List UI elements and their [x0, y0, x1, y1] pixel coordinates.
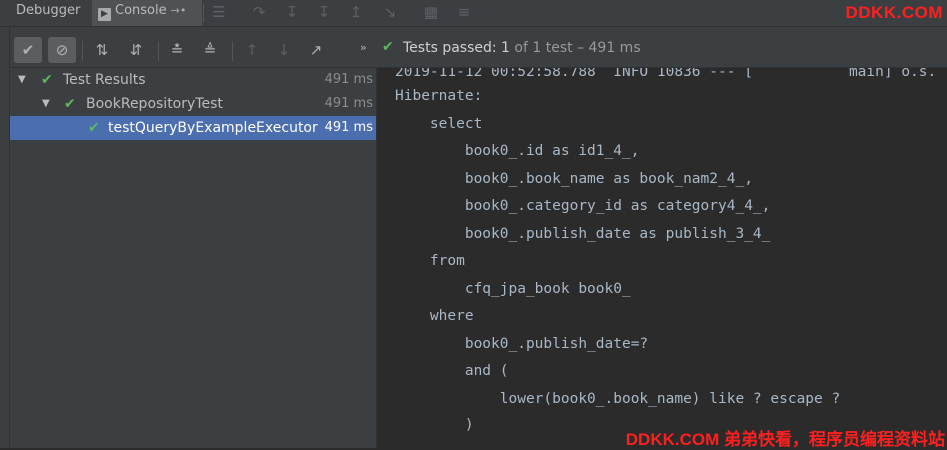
tree-item-label: Test Results	[63, 72, 146, 88]
tree-row-book-repository-test[interactable]: ▼ ✔ BookRepositoryTest 491 ms	[10, 92, 376, 116]
test-results-tree: ▼ ✔ Test Results 491 ms ▼ ✔ BookReposito…	[10, 68, 377, 448]
watermark-bottom: DDKK.COM 弟弟快看，程序员编程资料站	[625, 430, 945, 449]
show-passed-button[interactable]: ✔	[14, 37, 42, 63]
tab-console[interactable]: ▶ Console →•	[92, 0, 202, 26]
expand-all-button[interactable]: ≛	[163, 37, 191, 63]
previous-failed-button[interactable]: ↑	[238, 37, 266, 63]
toolbar-separator	[158, 41, 159, 61]
console-output[interactable]: 2019-11-12 00:52:58.788 INFO 10836 --- […	[377, 68, 947, 448]
tree-item-label: BookRepositoryTest	[86, 96, 223, 112]
trace-icon[interactable]: ≡	[455, 3, 473, 21]
console-line: and (	[395, 363, 509, 379]
tab-debugger[interactable]: Debugger	[0, 0, 90, 26]
toolbar-separator	[82, 41, 83, 61]
expand-arrow-icon[interactable]: ▼	[42, 92, 50, 116]
collapse-all-button[interactable]: ≜	[196, 37, 224, 63]
evaluate-expression-icon[interactable]: ▦	[422, 3, 440, 21]
tree-item-label: testQueryByExampleExecutor	[108, 120, 318, 136]
watermark-top: DDKK.COM	[845, 3, 943, 22]
passed-check-icon: ✔	[64, 96, 76, 112]
show-ignored-button[interactable]: ⊘	[48, 37, 76, 63]
console-line: )	[395, 417, 474, 433]
step-into-icon[interactable]: ↧	[283, 3, 301, 21]
console-line: select	[395, 116, 483, 132]
tab-separator	[203, 4, 204, 22]
passed-check-icon: ✔	[88, 120, 100, 136]
step-out-icon[interactable]: ↥	[347, 3, 365, 21]
tree-row-test-results[interactable]: ▼ ✔ Test Results 491 ms	[10, 68, 376, 92]
tree-item-time: 491 ms	[324, 72, 373, 87]
test-status: Tests passed: 1 of 1 test – 491 ms	[403, 40, 641, 56]
step-over-icon[interactable]: ↷	[250, 3, 268, 21]
run-to-cursor-icon[interactable]: ↘	[381, 3, 399, 21]
toolbar-separator	[232, 41, 233, 61]
more-chevron-icon[interactable]: »	[360, 41, 367, 54]
console-line: book0_.id as id1_4_,	[395, 143, 640, 159]
tree-item-time: 491 ms	[324, 96, 373, 111]
export-results-button[interactable]: ↗	[302, 37, 330, 63]
console-line: from	[395, 253, 465, 269]
tree-row-test-query-by-example-executor[interactable]: ✔ testQueryByExampleExecutor 491 ms	[10, 116, 376, 140]
passed-check-icon: ✔	[41, 72, 53, 88]
tool-window-tabbar: Debugger ▶ Console →• ☰ ↷ ↧ ↧ ↥ ↘ ▦ ≡ DDKK…	[0, 0, 947, 27]
console-line: book0_.publish_date=?	[395, 336, 649, 352]
expand-arrow-icon[interactable]: ▼	[18, 68, 26, 92]
test-runner-toolbar: ✔ ⊘ ⇅ ⇵ ≛ ≜ ↑ ↓ ↗ » ✔ Tests passed: 1 of…	[10, 27, 947, 68]
console-line: Hibernate:	[395, 88, 483, 104]
console-line: book0_.book_name as book_nam2_4_,	[395, 171, 753, 187]
console-line: book0_.category_id as category4_4_,	[395, 198, 771, 214]
pin-icon[interactable]: →•	[171, 4, 187, 17]
console-line: where	[395, 308, 474, 324]
console-line: lower(book0_.book_name) like ? escape ?	[395, 391, 841, 407]
menu-lines-icon[interactable]: ☰	[210, 3, 228, 21]
next-failed-button[interactable]: ↓	[270, 37, 298, 63]
console-line: book0_.publish_date as publish_3_4_	[395, 226, 771, 242]
sort-alphabetically-button[interactable]: ⇅	[88, 37, 116, 63]
console-icon: ▶	[98, 8, 111, 21]
tab-debugger-label: Debugger	[16, 3, 81, 18]
passed-check-icon: ✔	[382, 39, 394, 55]
tree-item-time: 491 ms	[324, 120, 373, 135]
sort-by-duration-button[interactable]: ⇵	[122, 37, 150, 63]
force-step-into-icon[interactable]: ↧	[315, 3, 333, 21]
tab-console-label: Console	[115, 3, 167, 18]
left-gutter	[0, 27, 10, 448]
console-line: cfq_jpa_book book0_	[395, 281, 631, 297]
